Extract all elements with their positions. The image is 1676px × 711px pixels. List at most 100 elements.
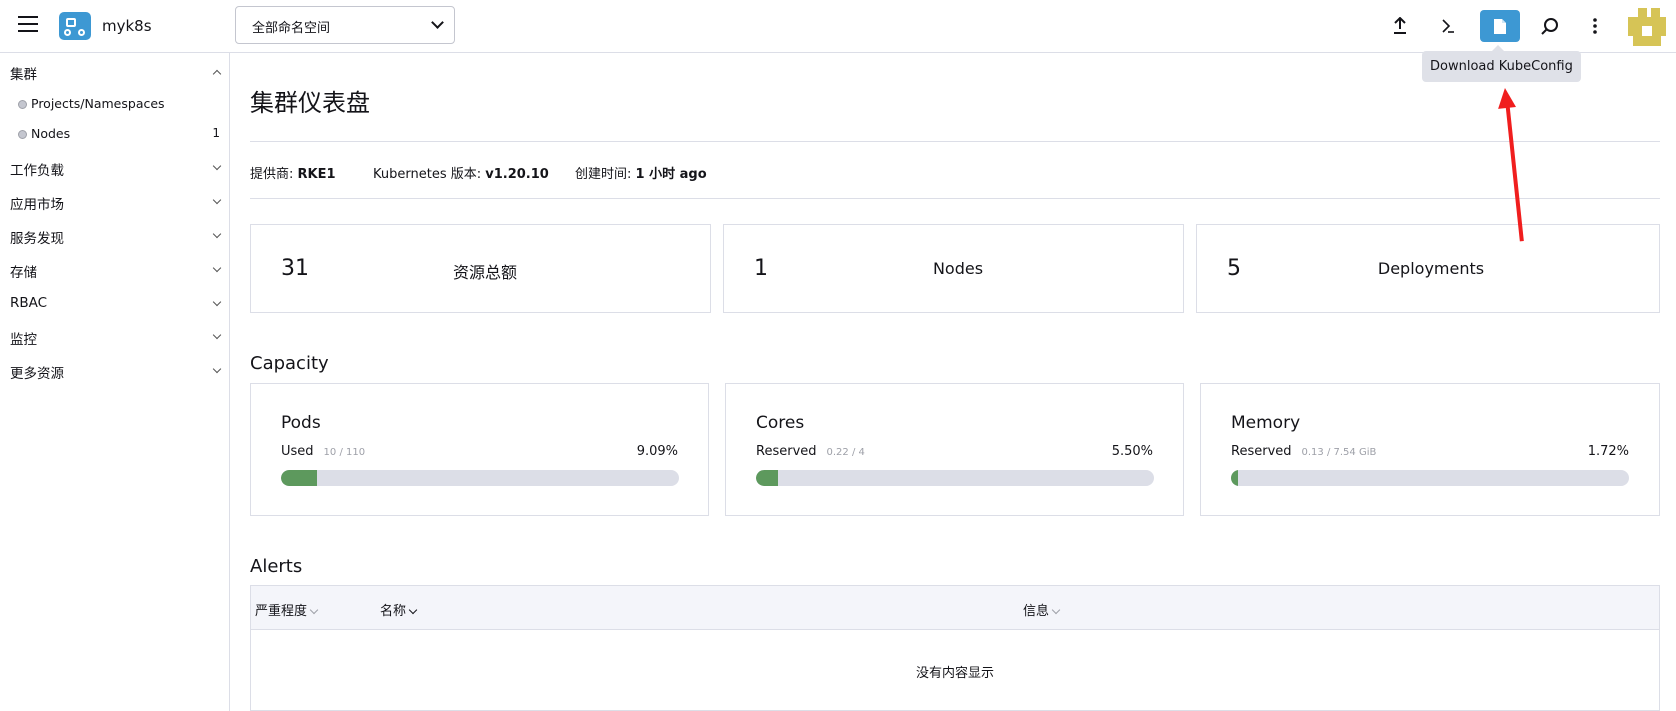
chevron-down-icon <box>212 195 222 205</box>
gauge-bar <box>756 470 1154 486</box>
sidebar-group-storage[interactable]: 存储 <box>10 261 222 281</box>
alerts-table: 严重程度 名称 信息 没有内容显示 <box>250 585 1660 711</box>
chevron-down-icon <box>431 16 444 29</box>
import-yaml-button[interactable] <box>1380 10 1420 42</box>
sidebar-group-workloads[interactable]: 工作负载 <box>10 159 222 179</box>
gauge-bar-fill <box>281 470 318 486</box>
sidebar-group-label: 存储 <box>10 265 37 281</box>
gauge-card-memory: Memory Reserved 0.13 / 7.54 GiB 1.72% <box>1200 383 1660 516</box>
gauge-title: Pods <box>281 413 321 433</box>
gauge-card-cores: Cores Reserved 0.22 / 4 5.50% <box>725 383 1184 516</box>
sidebar-group-label: 工作负载 <box>10 163 64 179</box>
count-value: 1 <box>754 256 768 281</box>
chevron-up-icon <box>212 69 222 79</box>
chevron-down-icon <box>212 161 222 171</box>
created-label: 创建时间: <box>575 167 632 182</box>
column-severity[interactable]: 严重程度 <box>255 600 319 619</box>
gauge-subtitle: Used 10 / 110 <box>281 444 366 459</box>
gauge-subtitle: Reserved 0.13 / 7.54 GiB <box>1231 444 1377 459</box>
sidebar: 集群 Projects/Namespaces Nodes 1 工作负载 应用市场… <box>0 53 230 711</box>
circle-icon <box>18 130 27 139</box>
download-kubeconfig-tooltip: Download KubeConfig <box>1422 45 1581 82</box>
cluster-logo-icon <box>59 12 91 40</box>
gauge-bar <box>1231 470 1629 486</box>
sidebar-group-rbac[interactable]: RBAC <box>10 295 222 311</box>
top-header: myk8s 全部命名空间 <box>0 0 1676 53</box>
sidebar-group-label: 监控 <box>10 332 37 348</box>
page-title: 集群仪表盘 <box>250 89 370 117</box>
alerts-title: Alerts <box>250 556 303 577</box>
count-value: 31 <box>281 256 309 281</box>
annotation-arrow <box>1505 99 1524 242</box>
sort-icon <box>1051 605 1061 615</box>
annotation-arrow-head <box>1496 87 1516 109</box>
terminal-icon <box>1442 19 1454 33</box>
sidebar-group-label: 应用市场 <box>10 197 64 213</box>
sidebar-group-more-resources[interactable]: 更多资源 <box>10 362 222 382</box>
gauge-title: Cores <box>756 413 805 433</box>
gauge-detail: 10 / 110 <box>323 447 366 458</box>
count-label: Nodes <box>932 259 984 278</box>
version-meta: Kubernetes 版本: v1.20.10 <box>373 163 549 182</box>
empty-state: 没有内容显示 <box>915 666 994 681</box>
chevron-down-icon <box>212 297 222 307</box>
chevron-down-icon <box>212 364 222 374</box>
gauge-percent: 9.09% <box>636 444 678 459</box>
sidebar-group-label: 服务发现 <box>10 231 64 247</box>
sidebar-item-nodes[interactable]: Nodes 1 <box>18 126 220 141</box>
created-value: 1 小时 ago <box>635 167 707 182</box>
sort-icon <box>309 605 319 615</box>
divider <box>250 198 1660 199</box>
column-message[interactable]: 信息 <box>1023 600 1061 619</box>
gauge-subtitle: Reserved 0.22 / 4 <box>756 444 865 459</box>
gauge-detail: 0.13 / 7.54 GiB <box>1301 447 1377 458</box>
gauge-card-pods: Pods Used 10 / 110 9.09% <box>250 383 709 516</box>
count-card-nodes[interactable]: 1 Nodes <box>723 224 1184 313</box>
user-avatar[interactable] <box>1628 8 1666 46</box>
chevron-down-icon <box>212 263 222 273</box>
more-actions-button[interactable] <box>1575 10 1615 42</box>
provider-label: 提供商: <box>250 167 294 182</box>
cluster-name: myk8s <box>102 17 152 35</box>
gauge-bar-fill <box>756 470 778 486</box>
sidebar-group-label: 更多资源 <box>10 366 64 382</box>
sort-icon <box>408 605 418 615</box>
provider-value: RKE1 <box>297 167 336 182</box>
gauge-bar <box>281 470 679 486</box>
namespace-select-value: 全部命名空间 <box>252 21 331 36</box>
divider <box>250 141 1660 142</box>
kubectl-shell-button[interactable] <box>1428 10 1468 42</box>
sidebar-group-apps[interactable]: 应用市场 <box>10 193 222 213</box>
sidebar-item-label: Projects/Namespaces <box>31 96 165 111</box>
count-value: 5 <box>1227 256 1241 281</box>
version-value: v1.20.10 <box>485 167 549 182</box>
upload-icon <box>1394 17 1406 34</box>
count-card-resources[interactable]: 31 资源总额 <box>250 224 711 313</box>
table-header: 严重程度 名称 信息 <box>251 586 1659 630</box>
circle-icon <box>18 100 27 109</box>
count-card-deployments[interactable]: 5 Deployments <box>1196 224 1660 313</box>
sidebar-group-cluster[interactable]: 集群 <box>10 63 222 83</box>
gauge-percent: 1.72% <box>1587 444 1629 459</box>
count-label: Deployments <box>1377 259 1485 278</box>
sidebar-item-projects-namespaces[interactable]: Projects/Namespaces <box>18 96 220 111</box>
namespace-select[interactable]: 全部命名空间 <box>235 6 455 44</box>
download-kubeconfig-button[interactable] <box>1480 10 1520 42</box>
gauge-detail: 0.22 / 4 <box>826 447 865 458</box>
sidebar-group-label: RBAC <box>10 295 48 311</box>
capacity-title: Capacity <box>250 353 329 374</box>
sidebar-group-service-discovery[interactable]: 服务发现 <box>10 227 222 247</box>
version-label: Kubernetes 版本: <box>373 167 482 182</box>
count-label: 资源总额 <box>452 263 517 282</box>
file-icon <box>1494 18 1506 34</box>
gauge-percent: 5.50% <box>1111 444 1153 459</box>
sidebar-item-label: Nodes <box>31 126 71 141</box>
search-icon <box>1541 18 1558 35</box>
more-vertical-icon <box>1593 18 1597 34</box>
gauge-bar-fill <box>1231 470 1238 486</box>
column-name[interactable]: 名称 <box>380 600 418 619</box>
menu-icon[interactable] <box>18 16 38 34</box>
search-button[interactable] <box>1530 10 1570 42</box>
chevron-down-icon <box>212 330 222 340</box>
sidebar-group-monitoring[interactable]: 监控 <box>10 328 222 348</box>
